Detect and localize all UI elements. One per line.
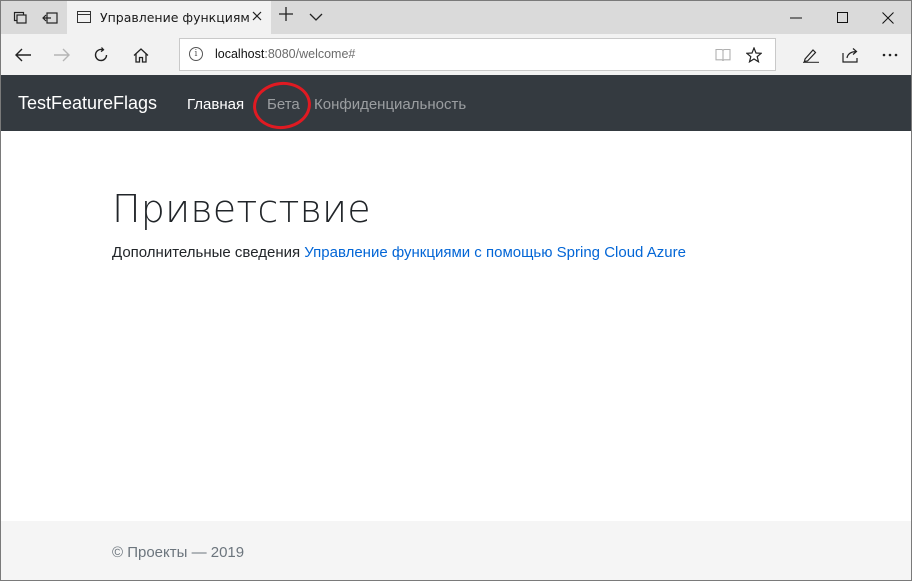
close-icon[interactable] (865, 1, 911, 34)
page-footer: © Проекты — 2019 (1, 521, 911, 580)
brand-link[interactable]: TestFeatureFlags (18, 93, 157, 114)
docs-link[interactable]: Управление функциями с помощью Spring Cl… (304, 244, 686, 261)
nav-link-home[interactable]: Главная (187, 96, 244, 113)
address-bar[interactable]: i localhost:8080/welcome# (179, 38, 776, 71)
more-icon[interactable] (877, 42, 903, 68)
set-aside-tabs-icon[interactable] (38, 6, 62, 30)
url-host: localhost (215, 47, 265, 61)
chevron-down-icon[interactable] (305, 6, 327, 28)
nav-link-privacy[interactable]: Конфиденциальность (314, 96, 466, 113)
refresh-icon[interactable] (88, 42, 114, 68)
back-icon[interactable] (10, 42, 36, 68)
tab-bar: Управление функциям (1, 1, 911, 35)
app-navbar: TestFeatureFlags Главная Бета Конфиденци… (1, 75, 911, 131)
reading-view-icon[interactable] (712, 44, 734, 66)
lead-text: Дополнительные сведения (112, 244, 305, 261)
forward-icon (49, 42, 75, 68)
active-tab[interactable]: Управление функциям (67, 1, 271, 35)
browser-window: Управление функциям i localhost:8080/wel… (0, 0, 912, 581)
share-icon[interactable] (838, 42, 864, 68)
tab-preview-icon[interactable] (8, 6, 32, 30)
close-icon[interactable] (249, 9, 265, 25)
info-icon[interactable]: i (189, 47, 203, 61)
minimize-icon[interactable] (773, 1, 819, 34)
page-heading: Приветствие (112, 187, 371, 231)
browser-toolbar: i localhost:8080/welcome# (1, 34, 911, 75)
plus-icon[interactable] (275, 6, 297, 28)
home-icon[interactable] (128, 42, 154, 68)
star-icon[interactable] (743, 44, 765, 66)
url-path: :8080/welcome# (264, 47, 356, 61)
tab-title: Управление функциям (100, 10, 250, 25)
url-text[interactable]: localhost:8080/welcome# (215, 47, 355, 61)
pen-icon[interactable] (798, 42, 824, 68)
page-icon (77, 11, 91, 23)
footer-text: © Проекты — 2019 (112, 544, 245, 561)
lead-paragraph: Дополнительные сведения Управление функц… (112, 244, 686, 261)
maximize-icon[interactable] (819, 1, 865, 34)
